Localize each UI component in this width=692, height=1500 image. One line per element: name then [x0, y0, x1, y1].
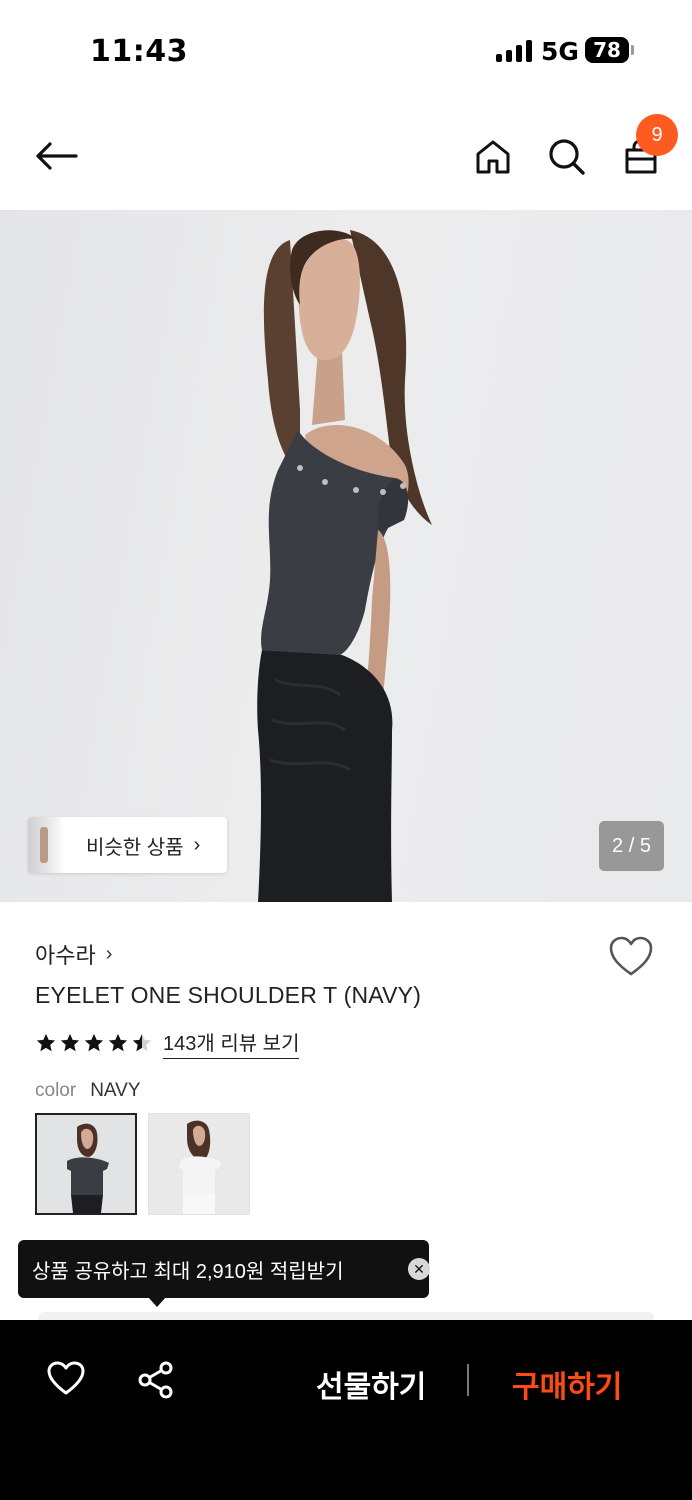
brand-link[interactable]: 아수라 › [35, 938, 112, 970]
swatch-white-photo [179, 1120, 221, 1214]
share-reward-tooltip: 상품 공유하고 최대 2,910원 적립받기 ✕ [18, 1240, 430, 1298]
rating-stars [35, 1032, 153, 1054]
tooltip-text: 상품 공유하고 최대 2,910원 적립받기 [32, 1260, 344, 1283]
brand-name: 아수라 [35, 943, 96, 968]
top-nav [0, 100, 692, 210]
buy-button[interactable]: 구매하기 [512, 1362, 622, 1406]
star-icon [84, 1033, 104, 1052]
search-icon[interactable] [544, 134, 590, 180]
network-label: 5G [541, 37, 579, 66]
wishlist-heart-icon[interactable] [608, 935, 656, 979]
star-icon [108, 1033, 128, 1052]
rating-row: 143개 리뷰 보기 [35, 1027, 300, 1059]
status-time: 11:43 [90, 34, 188, 69]
battery-icon: 78 [585, 37, 629, 63]
product-photo [257, 230, 432, 902]
half-star-icon [132, 1033, 152, 1052]
battery-cap [631, 45, 634, 55]
swatch-navy-photo [67, 1123, 109, 1213]
similar-products-label: 비슷한 상품 [86, 836, 184, 859]
button-divider [467, 1364, 469, 1396]
share-icon[interactable] [136, 1360, 180, 1404]
back-arrow-icon[interactable] [30, 133, 82, 179]
home-icon[interactable] [470, 134, 516, 180]
color-label: color [35, 1080, 77, 1101]
tooltip-arrow [148, 1297, 166, 1307]
signal-icon [496, 40, 532, 62]
status-bar: 11:43 5G 78 [0, 0, 692, 100]
color-swatch-navy[interactable] [35, 1113, 137, 1215]
selected-color-value: NAVY [90, 1080, 141, 1101]
color-swatch-white[interactable] [148, 1113, 250, 1215]
product-title: EYELET ONE SHOULDER T (NAVY) [35, 982, 422, 1008]
heart-icon[interactable] [46, 1360, 88, 1402]
bottom-action-bar: 선물하기 구매하기 [0, 1320, 692, 1500]
close-icon[interactable]: ✕ [408, 1258, 430, 1280]
similar-products-button[interactable]: 비슷한 상품 › [28, 817, 227, 873]
chevron-right-icon: › [105, 942, 113, 965]
star-icon [60, 1033, 80, 1052]
similar-products-thumbnail [28, 817, 64, 873]
gift-button[interactable]: 선물하기 [316, 1362, 426, 1406]
color-row: color NAVY [35, 1080, 141, 1102]
product-image-gallery[interactable]: 비슷한 상품 › 2 / 5 [0, 210, 692, 902]
image-page-indicator: 2 / 5 [599, 821, 664, 871]
star-icon [36, 1033, 56, 1052]
cart-count-badge: 9 [636, 114, 678, 156]
reviews-link[interactable]: 143개 리뷰 보기 [163, 1027, 300, 1059]
chevron-right-icon: › [193, 833, 201, 856]
